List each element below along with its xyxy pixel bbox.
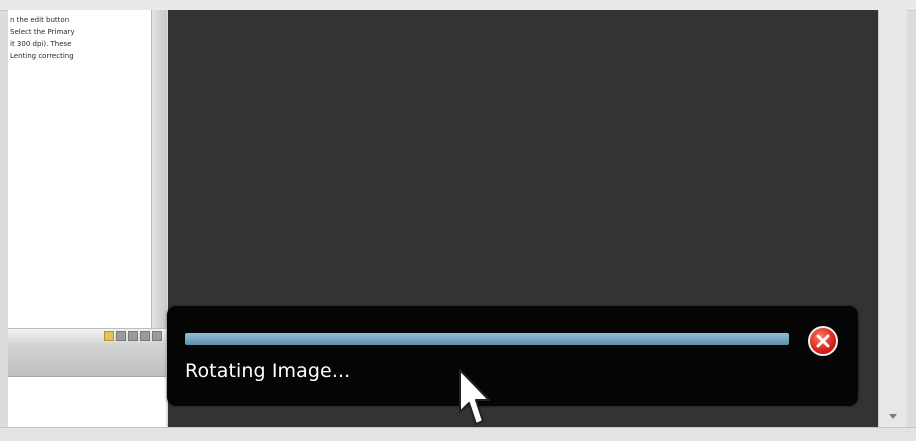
taskbar-band: [8, 343, 166, 377]
document-status-bar: [8, 328, 166, 343]
web-layout-icon[interactable]: [128, 331, 138, 341]
document-pane: n the edit button Select the Primary it …: [8, 10, 152, 328]
progress-status-text: Rotating Image...: [185, 360, 351, 382]
view-mode-icons: [104, 331, 162, 341]
document-line: it 300 dpi). These: [10, 40, 72, 48]
cancel-button[interactable]: [808, 326, 838, 356]
viewer-scrollbar[interactable]: [878, 10, 907, 427]
print-layout-icon[interactable]: [104, 331, 114, 341]
lower-pane: [8, 377, 166, 427]
full-screen-icon[interactable]: [116, 331, 126, 341]
document-pane-scrollbar[interactable]: [151, 10, 167, 328]
progress-bar-fill: [185, 333, 789, 345]
draft-icon[interactable]: [152, 331, 162, 341]
chevron-down-icon[interactable]: [889, 414, 897, 419]
cancel-x-icon: [816, 334, 830, 348]
mouse-pointer-icon: [458, 368, 492, 432]
progress-bar: [185, 333, 789, 345]
document-line: n the edit button: [10, 16, 70, 24]
document-text: n the edit button Select the Primary it …: [8, 10, 151, 62]
document-line: Select the Primary: [10, 28, 75, 36]
document-line: Lenting correcting: [10, 52, 74, 60]
progress-dialog: Rotating Image...: [167, 306, 858, 406]
outline-icon[interactable]: [140, 331, 150, 341]
